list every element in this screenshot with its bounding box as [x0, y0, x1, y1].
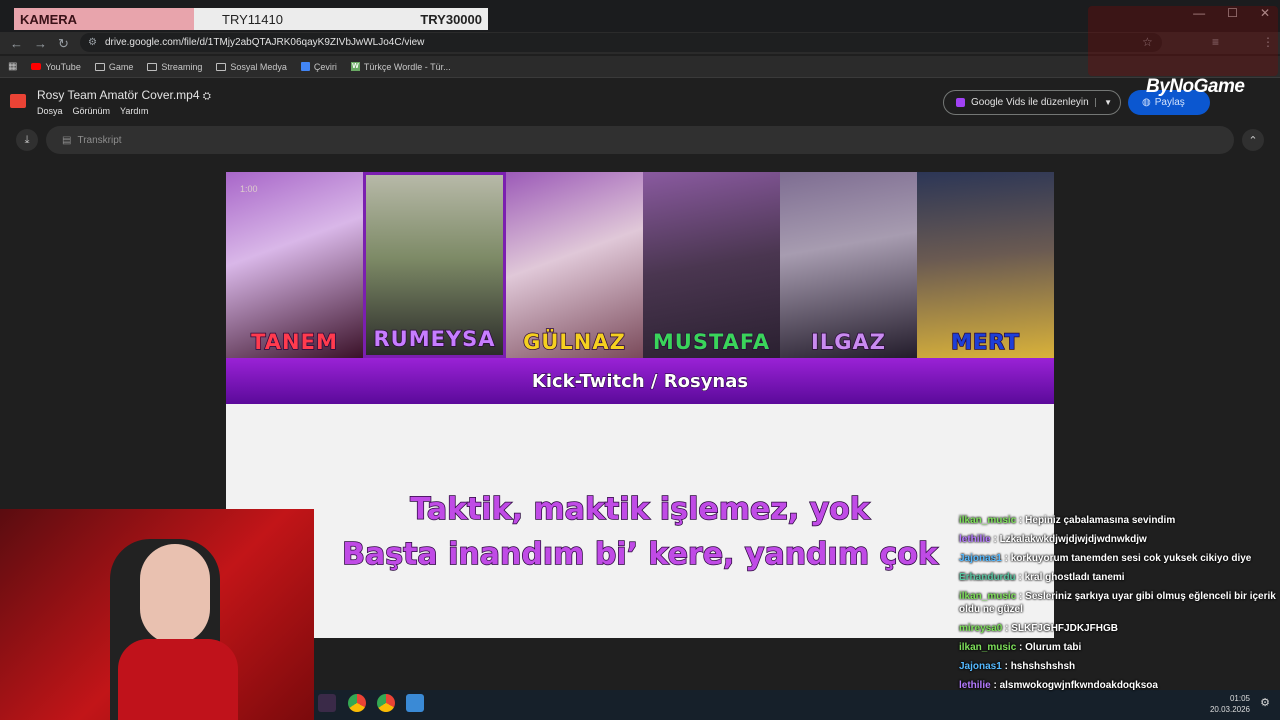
reload-icon[interactable]: ↻ — [58, 36, 69, 52]
transcript-bar[interactable]: ▤ Transkript — [46, 126, 1234, 154]
download-icon[interactable]: ⤓ — [16, 129, 38, 151]
chat-username: ilkan_music — [959, 642, 1017, 653]
chat-username: ilkan_music — [959, 591, 1017, 602]
chrome-icon[interactable] — [377, 694, 395, 712]
member-card: GÜLNAZ — [506, 172, 643, 358]
bookmark-game[interactable]: Game — [94, 62, 133, 72]
app-icon[interactable] — [318, 694, 336, 712]
channel-band: Kick-Twitch / Rosynas — [226, 358, 1054, 404]
lyric-line: Başta inandım bi’ kere, yandım çok — [341, 536, 938, 573]
webcam-overlay — [0, 509, 314, 720]
lyric-line: Taktik, maktik işlemez, yok — [410, 491, 871, 528]
folder-icon — [147, 62, 158, 71]
member-name: ILGAZ — [810, 329, 886, 355]
chat-message: ilkan_music : Olurum tabi — [959, 642, 1082, 653]
folder-icon — [216, 62, 227, 71]
member-card: MUSTAFA — [643, 172, 780, 358]
bookmark-sosyal-medya[interactable]: Sosyal Medya — [216, 62, 287, 72]
chat-username: Erhandurdu — [959, 572, 1016, 583]
sponsor-overlay-bg — [1088, 6, 1278, 76]
bookmark-ceviri[interactable]: Çeviri — [300, 62, 337, 72]
bookmark-streaming[interactable]: Streaming — [147, 62, 202, 72]
chat-message: Jajonas1 : hshshshshsh — [959, 661, 1076, 672]
url-text: drive.google.com/file/d/1TMjy2abQTAJRK06… — [104, 37, 425, 48]
chat-text: alsmwokogwjnfkwndoakdoqksoa — [999, 680, 1158, 691]
chat-username: lethilie — [959, 534, 991, 545]
member-name: MUSTAFA — [652, 329, 771, 355]
app-icon[interactable] — [406, 694, 424, 712]
chevron-up-icon[interactable]: ⌃ — [1242, 129, 1264, 151]
site-info-icon[interactable]: ⚙ — [88, 37, 97, 48]
file-menu: Dosya Görünüm Yardım — [37, 106, 148, 116]
chat-message: lethilie : alsmwokogwjnfkwndoakdoqksoa — [959, 680, 1158, 691]
chevron-down-icon[interactable]: ▼ — [1095, 98, 1120, 107]
address-bar[interactable]: ⚙ drive.google.com/file/d/1TMjy2abQTAJRK… — [80, 33, 1162, 52]
chat-message: ilkan_music : Hepiniz çabalamasına sevin… — [959, 515, 1176, 526]
stream-goal-overlay: KAMERA TRY11410 TRY30000 — [14, 8, 488, 30]
channel-text: Kick-Twitch / Rosynas — [531, 370, 749, 392]
chat-overlay: ilkan_music : Hepiniz çabalamasına sevin… — [959, 514, 1277, 698]
member-card: 1:00 TANEM — [226, 172, 363, 358]
member-card: RUMEYSA — [363, 172, 506, 358]
video-timestamp: 1:00 — [240, 184, 258, 194]
video-player[interactable]: 1:00 TANEM RUMEYSA GÜLNAZ MUSTAFA ILGAZ — [226, 172, 1054, 638]
globe-icon: ◍ — [1142, 97, 1151, 108]
chat-text: kral ghostladı tanemi — [1024, 572, 1125, 583]
file-title: Rosy Team Amatör Cover.mp4 ⛭ — [37, 88, 211, 102]
vids-icon — [956, 98, 965, 107]
back-icon[interactable]: ← — [10, 36, 23, 51]
youtube-icon — [31, 63, 42, 70]
chat-message: lethilie : Lzkalakwkdjwjdjwjdjwdnwkdjw — [959, 534, 1147, 545]
chat-text: SLKFJGHFJDKJFHGB — [1011, 623, 1118, 634]
wordle-icon: W — [350, 62, 360, 71]
streamer-face — [140, 544, 210, 644]
member-card: ILGAZ — [780, 172, 917, 358]
bynogame-logo: ByNoGame — [1146, 76, 1245, 97]
chat-username: Jajonas1 — [959, 553, 1002, 564]
member-name: GÜLNAZ — [522, 329, 626, 355]
member-name: TANEM — [250, 329, 338, 355]
transcript-icon: ▤ — [62, 134, 72, 146]
folder-icon — [94, 62, 105, 71]
chat-username: ilkan_music — [959, 515, 1017, 526]
member-card: MERT — [917, 172, 1054, 358]
member-strip: 1:00 TANEM RUMEYSA GÜLNAZ MUSTAFA ILGAZ — [226, 172, 1054, 358]
shared-drive-icon[interactable]: ⛭ — [203, 91, 211, 102]
goal-current: TRY11410 — [222, 11, 283, 27]
member-name: MERT — [950, 329, 1020, 355]
menu-gorunum[interactable]: Görünüm — [73, 106, 111, 116]
streamer-body — [118, 639, 238, 720]
chat-username: lethilie — [959, 680, 991, 691]
chat-message: mireysa0 : SLKFJGHFJDKJFHGB — [959, 623, 1118, 634]
forward-icon[interactable]: → — [34, 36, 47, 51]
google-vids-button[interactable]: Google Vids ile düzenleyin ▼ — [943, 90, 1121, 115]
chat-text: hshshshshsh — [1010, 661, 1076, 672]
chat-text: Lzkalakwkdjwjdjwjdjwdnwkdjw — [999, 534, 1147, 545]
video-file-icon — [10, 94, 26, 108]
chat-username: Jajonas1 — [959, 661, 1002, 672]
member-name: RUMEYSA — [373, 326, 496, 352]
bookmark-youtube[interactable]: YouTube — [31, 62, 81, 72]
chat-text: korkuyorum tanemden sesi cok yuksek ciki… — [1010, 553, 1252, 564]
chat-text: Olurum tabi — [1025, 642, 1082, 653]
chat-text: Hepiniz çabalamasına sevindim — [1025, 515, 1176, 526]
menu-yardim[interactable]: Yardım — [120, 106, 148, 116]
chat-message: Erhandurdu : kral ghostladı tanemi — [959, 572, 1125, 583]
camera-label: KAMERA — [14, 8, 194, 30]
apps-grid-icon[interactable]: ▦ — [8, 61, 17, 72]
translate-icon — [300, 62, 310, 71]
chat-message: Jajonas1 : korkuyorum tanemden sesi cok … — [959, 553, 1252, 564]
goal-target: TRY30000 — [420, 11, 482, 27]
chat-message: ilkan_music : Sesleriniz şarkıya uyar gi… — [959, 591, 1276, 615]
chat-username: mireysa0 — [959, 623, 1003, 634]
chrome-icon[interactable] — [348, 694, 366, 712]
bookmark-wordle[interactable]: W Türkçe Wordle - Tür... — [350, 62, 451, 72]
menu-dosya[interactable]: Dosya — [37, 106, 63, 116]
